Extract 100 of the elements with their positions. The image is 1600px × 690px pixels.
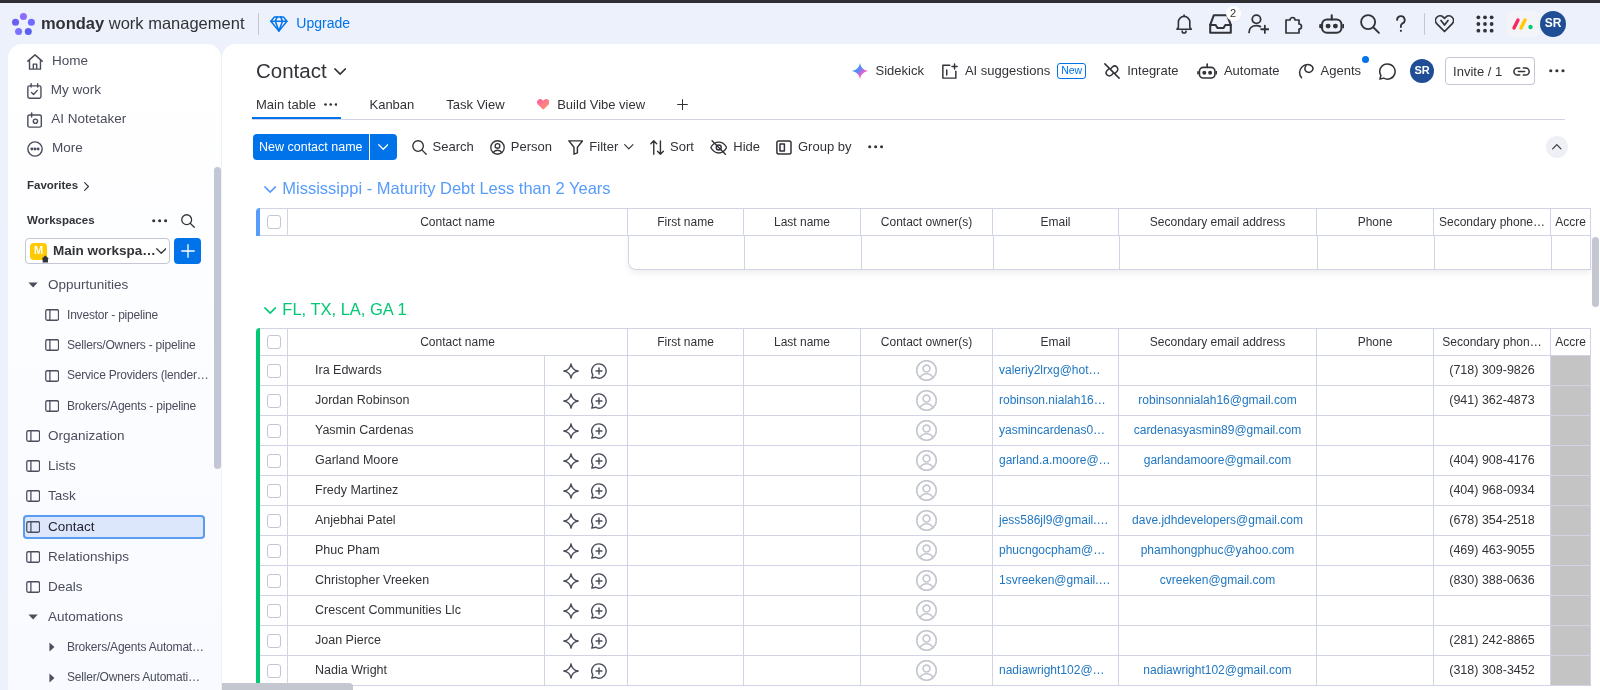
sparkle-icon[interactable]: [563, 602, 579, 619]
tree-item[interactable]: Lists: [23, 454, 213, 479]
tree-item[interactable]: Deals: [23, 574, 213, 600]
sparkle-icon[interactable]: [563, 512, 579, 529]
dots-logo-icon[interactable]: [12, 12, 35, 35]
nav-item[interactable]: More: [8, 134, 221, 163]
add-comment-icon[interactable]: [591, 572, 607, 589]
email-link[interactable]: robinson.nialah16…: [999, 393, 1106, 408]
tree-item[interactable]: Oppurtunities: [23, 273, 213, 298]
row-checkbox[interactable]: [266, 393, 281, 408]
more-icon[interactable]: [1549, 69, 1565, 73]
upgrade-link[interactable]: Upgrade: [296, 15, 350, 32]
help-icon[interactable]: [1396, 14, 1406, 33]
row-checkbox[interactable]: [266, 513, 281, 528]
row-checkbox[interactable]: [266, 483, 281, 498]
add-comment-icon[interactable]: [591, 632, 607, 649]
select-all-checkbox[interactable]: [266, 335, 281, 349]
add-comment-icon[interactable]: [591, 602, 607, 619]
email-link[interactable]: phamhongphuc@yahoo.com: [1140, 543, 1295, 558]
row-checkbox[interactable]: [266, 453, 281, 468]
heart-icon[interactable]: [1435, 14, 1454, 33]
row-checkbox[interactable]: [266, 603, 281, 618]
row-checkbox[interactable]: [266, 423, 281, 438]
email-link[interactable]: dave.jdhdevelopers@gmail.com: [1132, 513, 1303, 528]
tree-item[interactable]: Brokers/Agents Automat…: [23, 635, 213, 660]
tree-item[interactable]: Seller/Owners Automati…: [23, 665, 213, 690]
favorites-toggle[interactable]: Favorites: [27, 176, 90, 196]
add-comment-icon[interactable]: [591, 362, 607, 379]
view-tab[interactable]: Main table: [252, 90, 342, 119]
email-link[interactable]: phucngocpham@…: [999, 543, 1106, 558]
search-button[interactable]: Search: [406, 134, 479, 160]
chat-icon[interactable]: [1379, 62, 1397, 80]
email-link[interactable]: cvreeken@gmail.com: [1159, 573, 1276, 588]
sparkle-icon[interactable]: [563, 572, 579, 589]
tree-item[interactable]: Investor - pipeline: [23, 303, 213, 328]
more-icon[interactable]: [151, 219, 167, 223]
add-comment-icon[interactable]: [591, 512, 607, 529]
add-comment-icon[interactable]: [591, 662, 607, 679]
row-checkbox[interactable]: [266, 633, 281, 648]
email-link[interactable]: jess586jl9@gmail.…: [999, 513, 1109, 528]
row-checkbox[interactable]: [266, 543, 281, 558]
tree-item[interactable]: Task: [23, 484, 213, 509]
scrollbar-thumb[interactable]: [1592, 237, 1599, 307]
search-icon[interactable]: [1360, 13, 1381, 34]
row-checkbox[interactable]: [266, 663, 281, 678]
row-checkbox[interactable]: [266, 363, 281, 378]
hide-button[interactable]: Hide: [704, 134, 766, 160]
filter-button[interactable]: Filter: [562, 134, 639, 160]
tree-item[interactable]: Organization: [23, 423, 213, 449]
email-link[interactable]: garlandamoore@gmail.com: [1143, 453, 1292, 468]
user-avatar[interactable]: SR: [1410, 59, 1435, 83]
tree-item[interactable]: Service Providers (lender…: [23, 363, 213, 388]
app-logo-icon[interactable]: [1506, 10, 1540, 37]
sparkle-icon[interactable]: [563, 662, 579, 679]
add-comment-icon[interactable]: [591, 542, 607, 559]
tree-item[interactable]: Automations: [23, 605, 213, 630]
bell-icon[interactable]: [1176, 13, 1193, 34]
scrollbar-thumb[interactable]: [214, 167, 221, 469]
sparkle-icon[interactable]: [563, 362, 579, 379]
more-icon[interactable]: [324, 103, 338, 106]
collapse-button[interactable]: [1546, 136, 1568, 158]
scrollbar-thumb[interactable]: [222, 683, 353, 690]
nav-item[interactable]: Home: [8, 47, 221, 76]
email-link[interactable]: yasmincardenas0…: [999, 423, 1106, 438]
row-checkbox[interactable]: [266, 573, 281, 588]
user-avatar[interactable]: SR: [1540, 10, 1566, 37]
view-tab[interactable]: Build Vibe view: [532, 90, 650, 119]
agents-button[interactable]: Agents: [1291, 59, 1368, 83]
add-comment-icon[interactable]: [591, 422, 607, 439]
caret-down-icon[interactable]: [27, 614, 39, 621]
sparkle-icon[interactable]: [563, 632, 579, 649]
view-tab[interactable]: Kanban: [365, 90, 419, 119]
copy-link-button[interactable]: [1509, 57, 1536, 85]
nav-item[interactable]: My work: [8, 76, 221, 105]
caret-right-icon[interactable]: [49, 672, 55, 683]
sparkle-icon[interactable]: [563, 542, 579, 559]
email-link[interactable]: robinsonnialah16@gmail.com: [1138, 393, 1297, 408]
sparkle-icon[interactable]: [563, 392, 579, 409]
apps-grid-icon[interactable]: [1476, 14, 1494, 33]
new-item-button[interactable]: New contact name: [253, 134, 369, 160]
new-item-menu-button[interactable]: [369, 134, 397, 160]
tree-item[interactable]: Brokers/Agents - pipeline: [23, 393, 213, 418]
sidekick-button[interactable]: Sidekick: [846, 59, 930, 83]
invite-button[interactable]: Invite / 1: [1445, 57, 1511, 85]
tree-item[interactable]: Sellers/Owners - pipeline: [23, 333, 213, 358]
add-comment-icon[interactable]: [591, 452, 607, 469]
person-add-icon[interactable]: [1247, 13, 1270, 34]
sparkle-icon[interactable]: [563, 452, 579, 469]
robot-icon[interactable]: [1318, 13, 1345, 34]
automate-button[interactable]: Automate: [1190, 59, 1286, 83]
email-link[interactable]: nadiawright102@…: [999, 663, 1105, 678]
view-tab[interactable]: Task View: [442, 90, 509, 119]
inbox-icon[interactable]: [1208, 13, 1232, 34]
email-link[interactable]: nadiawright102@gmail.com: [1143, 663, 1292, 678]
email-link[interactable]: valeriy2lrxg@hot…: [999, 363, 1101, 378]
select-all-checkbox[interactable]: [266, 215, 281, 229]
email-link[interactable]: cardenasyasmin89@gmail.com: [1133, 423, 1302, 438]
caret-right-icon[interactable]: [49, 642, 55, 653]
email-link[interactable]: 1svreeken@gmail.…: [999, 573, 1111, 588]
person-button[interactable]: Person: [484, 134, 557, 160]
